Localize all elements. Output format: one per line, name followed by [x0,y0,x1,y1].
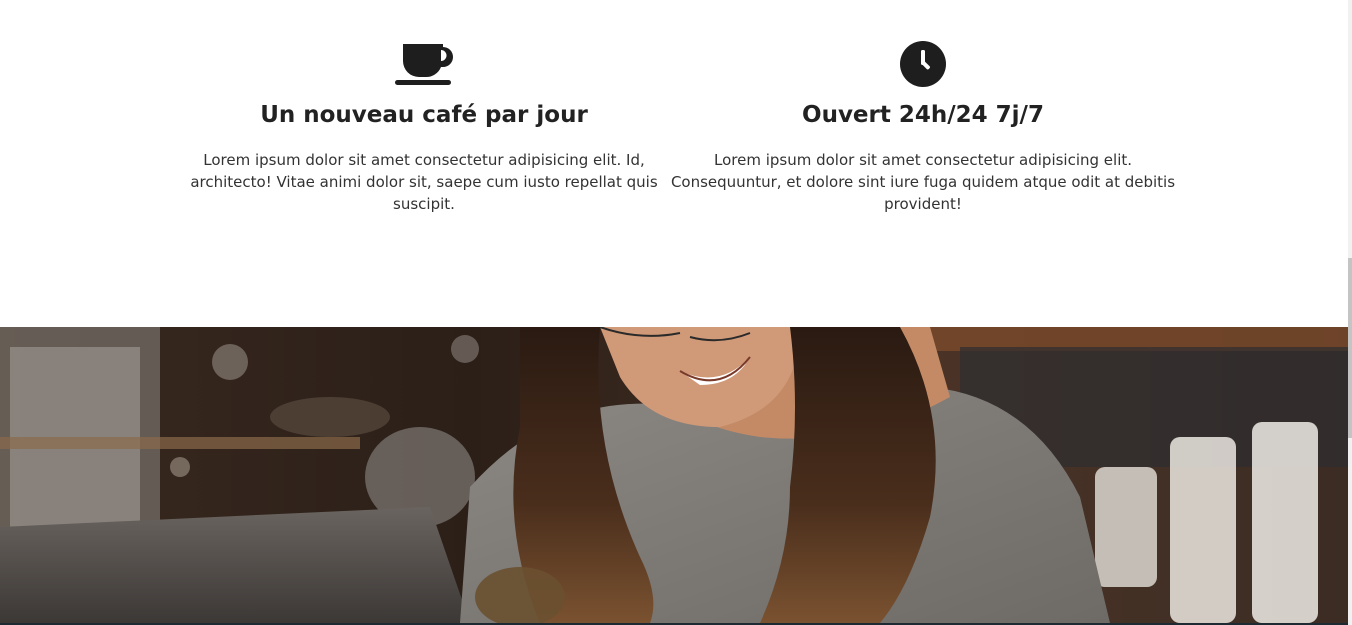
feature-title: Ouvert 24h/24 7j/7 [802,102,1044,128]
scrollbar-track[interactable] [1348,0,1352,625]
page: Un nouveau café par jour Lorem ipsum dol… [0,0,1352,625]
feature-title: Un nouveau café par jour [260,102,588,128]
feature-description: Lorem ipsum dolor sit amet consectetur a… [190,151,658,213]
features-section: Un nouveau café par jour Lorem ipsum dol… [0,0,1348,327]
scrollbar-thumb[interactable] [1348,258,1352,438]
cafe-photo-illustration [0,327,1348,623]
feature-open-hours: Ouvert 24h/24 7j/7 Lorem ipsum dolor sit… [668,0,1178,215]
feature-daily-coffee: Un nouveau café par jour Lorem ipsum dol… [190,0,658,215]
clock-icon [900,41,946,87]
coffee-cup-icon [395,44,453,85]
cafe-photo [0,327,1348,623]
feature-description: Lorem ipsum dolor sit amet consectetur a… [670,151,1176,213]
